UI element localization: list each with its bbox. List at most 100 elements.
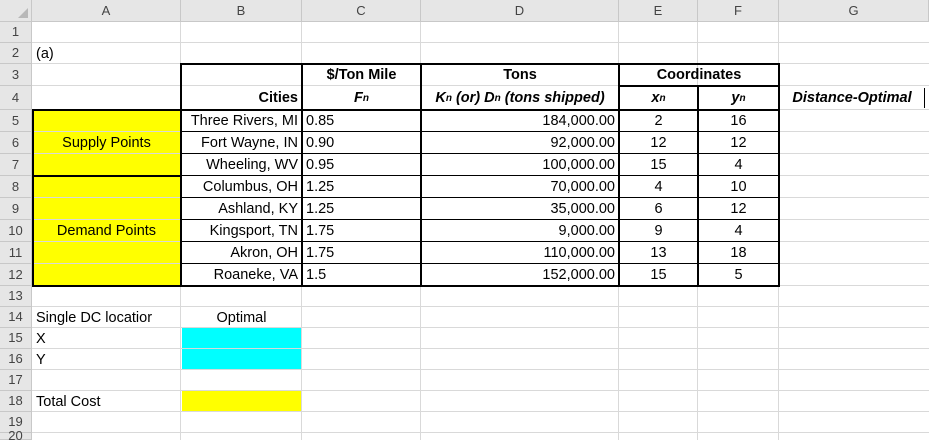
y-coordinate-cell[interactable]: 12 — [698, 132, 779, 154]
rate-cell[interactable]: 1.5 — [302, 264, 421, 286]
header-coordinates[interactable]: Coordinates — [619, 64, 779, 86]
table-border-line — [180, 109, 780, 111]
x-coordinate-cell[interactable]: 4 — [619, 176, 698, 198]
rate-cell-text: 0.85 — [306, 113, 335, 129]
rate-cell[interactable]: 0.90 — [302, 132, 421, 154]
tons-cell[interactable]: 9,000.00 — [421, 220, 619, 242]
city-cell[interactable]: Ashland, KY — [181, 198, 302, 220]
tons-cell[interactable]: 35,000.00 — [421, 198, 619, 220]
tons-cell-text: 9,000.00 — [558, 223, 615, 239]
column-header-c[interactable]: C — [302, 0, 421, 22]
total-cost-value[interactable] — [182, 391, 302, 411]
row-header-7[interactable]: 7 — [0, 154, 32, 176]
x-coordinate-cell[interactable]: 15 — [619, 264, 698, 286]
row-header-18[interactable]: 18 — [0, 391, 32, 412]
column-header-b[interactable]: B — [181, 0, 302, 22]
row-header-4[interactable]: 4 — [0, 86, 32, 110]
tons-cell[interactable]: 184,000.00 — [421, 110, 619, 132]
y-coordinate-cell[interactable]: 16 — [698, 110, 779, 132]
column-header-a[interactable]: A — [32, 0, 181, 22]
header-tons[interactable]: Tons — [421, 64, 619, 86]
tons-cell[interactable]: 110,000.00 — [421, 242, 619, 264]
header-y-coordinate[interactable]: yn — [698, 86, 779, 110]
y-coordinate-cell[interactable]: 10 — [698, 176, 779, 198]
rate-cell[interactable]: 1.75 — [302, 242, 421, 264]
column-header-g[interactable]: G — [779, 0, 929, 22]
city-cell[interactable]: Three Rivers, MI — [181, 110, 302, 132]
city-cell[interactable]: Kingsport, TN — [181, 220, 302, 242]
column-header-e[interactable]: E — [619, 0, 698, 22]
header-cities[interactable]: Cities — [181, 86, 302, 110]
y-coordinate-cell-text: 18 — [730, 245, 747, 261]
table-border-line — [180, 175, 780, 176]
rate-cell[interactable]: 0.85 — [302, 110, 421, 132]
optimal-x-input[interactable] — [182, 328, 302, 349]
rate-cell[interactable]: 1.25 — [302, 176, 421, 198]
table-border-line — [32, 175, 182, 177]
total-cost-label-cell[interactable]: Total Cost — [32, 391, 181, 412]
column-header-d[interactable]: D — [421, 0, 619, 22]
row-header-15[interactable]: 15 — [0, 328, 32, 349]
tons-cell[interactable]: 70,000.00 — [421, 176, 619, 198]
row-header-14[interactable]: 14 — [0, 307, 32, 328]
supply-points-label[interactable]: Supply Points — [33, 110, 180, 176]
label-a: (a) — [36, 45, 54, 62]
tons-cell[interactable]: 100,000.00 — [421, 154, 619, 176]
header-tons-formula[interactable]: Kn (or) Dn (tons shipped) — [421, 86, 619, 110]
row-header-16[interactable]: 16 — [0, 349, 32, 370]
row-header-1[interactable]: 1 — [0, 22, 32, 43]
column-header-f[interactable]: F — [698, 0, 779, 22]
rate-cell[interactable]: 0.95 — [302, 154, 421, 176]
row-header-17[interactable]: 17 — [0, 370, 32, 391]
x-coordinate-cell-text: 9 — [654, 223, 663, 239]
city-cell[interactable]: Roaneke, VA — [181, 264, 302, 286]
header-rate[interactable]: $/Ton Mile — [302, 64, 421, 86]
y-coordinate-cell[interactable]: 4 — [698, 220, 779, 242]
row-header-20[interactable]: 20 — [0, 429, 32, 440]
x-subscript: n — [659, 92, 666, 104]
x-coordinate-cell[interactable]: 2 — [619, 110, 698, 132]
y-coordinate-cell[interactable]: 12 — [698, 198, 779, 220]
x-coordinate-cell[interactable]: 15 — [619, 154, 698, 176]
y-label-cell[interactable]: Y — [32, 349, 181, 370]
x-coordinate-cell[interactable]: 13 — [619, 242, 698, 264]
y-coordinate-cell[interactable]: 18 — [698, 242, 779, 264]
row-header-12[interactable]: 12 — [0, 264, 32, 286]
select-all-corner[interactable] — [0, 0, 32, 22]
spreadsheet[interactable]: ABCDEFG 1 2 3 4 5 6 7 8 9 10 11 12 13 14 15 16 17 18 19 20 … — [0, 0, 929, 440]
x-coordinate-cell[interactable]: 9 — [619, 220, 698, 242]
row-header-8[interactable]: 8 — [0, 176, 32, 198]
x-coordinate-cell[interactable]: 6 — [619, 198, 698, 220]
dc-title: Single DC locatior — [36, 309, 153, 326]
row-header-11[interactable]: 11 — [0, 242, 32, 264]
city-cell[interactable]: Columbus, OH — [181, 176, 302, 198]
y-coordinate-cell[interactable]: 5 — [698, 264, 779, 286]
header-distance-optimal[interactable]: Distance-Optimal — [779, 86, 925, 110]
row-header-2[interactable]: 2 — [0, 43, 32, 64]
cell-a2[interactable]: (a) — [32, 43, 180, 64]
x-coordinate-cell[interactable]: 12 — [619, 132, 698, 154]
dc-title-cell[interactable]: Single DC locatior — [32, 307, 181, 328]
row-header-13[interactable]: 13 — [0, 286, 32, 307]
optimal-header-cell[interactable]: Optimal — [181, 307, 302, 328]
tons-cell[interactable]: 152,000.00 — [421, 264, 619, 286]
header-rate-symbol[interactable]: Fn — [302, 86, 421, 110]
optimal-y-input[interactable] — [182, 349, 302, 370]
row-header-6[interactable]: 6 — [0, 132, 32, 154]
city-cell[interactable]: Fort Wayne, IN — [181, 132, 302, 154]
x-label-cell[interactable]: X — [32, 328, 181, 349]
header-x-coordinate[interactable]: xn — [619, 86, 698, 110]
city-cell-text: Kingsport, TN — [209, 223, 298, 239]
city-cell[interactable]: Wheeling, WV — [181, 154, 302, 176]
row-header-9[interactable]: 9 — [0, 198, 32, 220]
row-header-3[interactable]: 3 — [0, 64, 32, 86]
tons-cell[interactable]: 92,000.00 — [421, 132, 619, 154]
row-header-5[interactable]: 5 — [0, 110, 32, 132]
demand-points-label[interactable]: Demand Points — [33, 176, 180, 286]
city-cell[interactable]: Akron, OH — [181, 242, 302, 264]
rate-cell[interactable]: 1.25 — [302, 198, 421, 220]
row-header-10[interactable]: 10 — [0, 220, 32, 242]
y-coordinate-cell[interactable]: 4 — [698, 154, 779, 176]
rate-cell[interactable]: 1.75 — [302, 220, 421, 242]
tons-cell-text: 92,000.00 — [550, 135, 615, 151]
